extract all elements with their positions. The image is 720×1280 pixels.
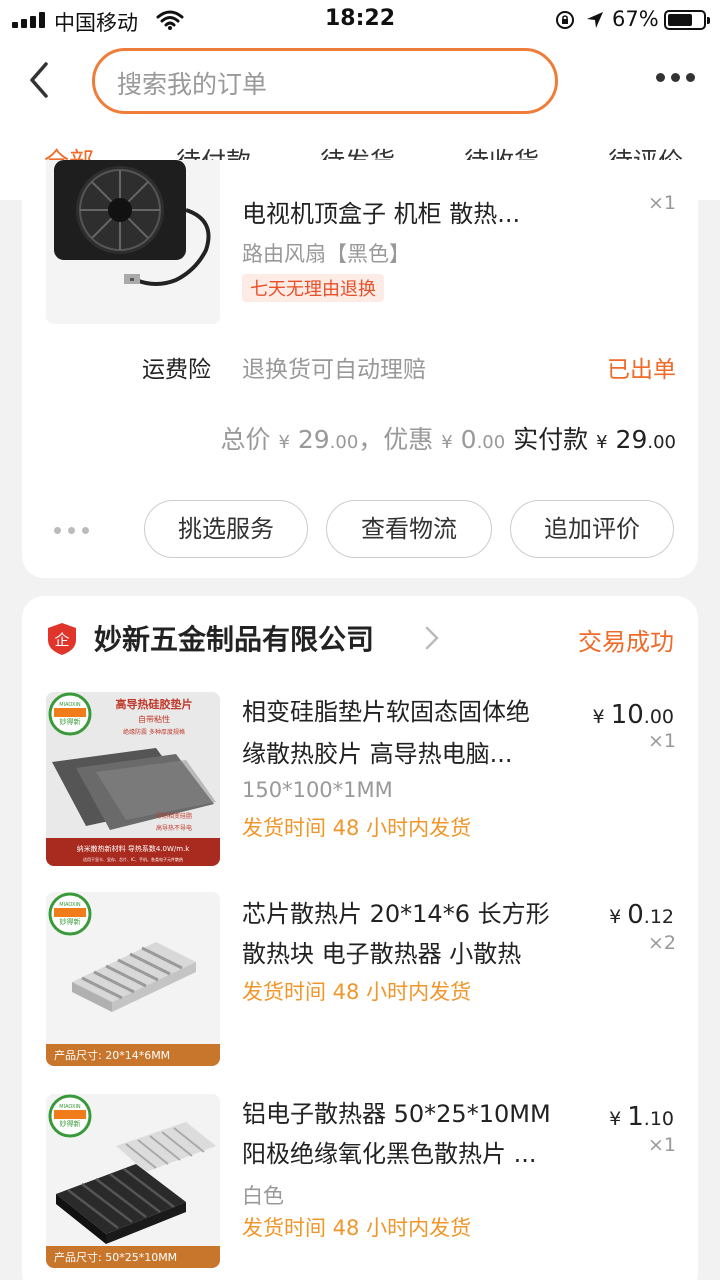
battery-icon bbox=[664, 10, 710, 30]
product-title-line[interactable]: 相变硅脂垫片软固态固体绝 bbox=[242, 692, 530, 732]
discount-label: ，优惠 bbox=[358, 425, 434, 454]
location-arrow-icon bbox=[587, 12, 603, 28]
product-thumbnail[interactable]: MIAOXIN 妙得新 产品尺寸: 50*25*10MM bbox=[46, 1094, 220, 1268]
return-policy-tag: 七天无理由退换 bbox=[242, 274, 384, 302]
shipping-time: 发货时间 48 小时内发货 bbox=[242, 816, 472, 840]
lock-rotation-icon bbox=[556, 11, 574, 29]
product-price: ¥ 0.12 bbox=[609, 900, 674, 930]
product-price: ¥ 10.00 bbox=[592, 700, 674, 730]
usb-fan-image bbox=[46, 160, 220, 324]
product-title[interactable]: 电视机顶盒子 机柜 散热... bbox=[242, 194, 520, 234]
product-thumbnail[interactable]: MIAOXIN 妙得新 产品尺寸: 20*14*6MM bbox=[46, 892, 220, 1066]
order-card[interactable]: 企 妙新五金制品有限公司 交易成功 MIAOXIN 妙得新 高导热硅胶垫片 自带… bbox=[22, 596, 698, 1280]
brand-cn-text: 妙得新 bbox=[60, 917, 81, 926]
more-actions-icon[interactable] bbox=[54, 526, 94, 536]
shop-name[interactable]: 妙新五金制品有限公司 bbox=[94, 618, 374, 658]
shipping-insurance-desc: 退换货可自动理赔 bbox=[242, 357, 426, 383]
thumb-footer-small: 适用于显卡、显存、芯片、IC、手机、各类电子元件散热 bbox=[83, 856, 183, 862]
currency-symbol: ¥ bbox=[278, 432, 290, 453]
product-quantity: ×1 bbox=[647, 1134, 676, 1156]
price-integer: 1 bbox=[627, 1102, 644, 1132]
currency-symbol: ¥ bbox=[441, 432, 453, 453]
search-input[interactable]: 搜索我的订单 bbox=[92, 48, 558, 114]
order-status: 交易成功 bbox=[578, 628, 674, 656]
order-card[interactable]: 电视机顶盒子 机柜 散热... ×1 路由风扇【黑色】 七天无理由退换 运费险 … bbox=[22, 160, 698, 578]
thumb-note: 导热相变硅脂 bbox=[156, 812, 192, 820]
brand-cn-text: 妙得新 bbox=[60, 1119, 81, 1128]
product-title-line[interactable]: 散热块 电子散热器 小散热 bbox=[242, 934, 521, 974]
price-decimal: .10 bbox=[643, 1108, 674, 1130]
brand-text: MIAOXIN bbox=[59, 1104, 81, 1110]
thumb-note: 高导热不导电 bbox=[156, 824, 192, 832]
brand-text: MIAOXIN bbox=[59, 702, 81, 708]
price-decimal: .12 bbox=[643, 906, 674, 928]
more-dots-icon[interactable] bbox=[656, 70, 696, 86]
paid-decimal: .00 bbox=[647, 432, 676, 453]
product-quantity: ×1 bbox=[647, 730, 676, 752]
price-integer: 0 bbox=[627, 900, 644, 930]
product-sku: 150*100*1MM bbox=[242, 778, 393, 802]
paid-amount: 29 bbox=[615, 425, 648, 454]
svg-text:企: 企 bbox=[54, 631, 69, 649]
select-service-button[interactable]: 挑选服务 bbox=[144, 500, 308, 558]
total-decimal: .00 bbox=[329, 432, 359, 453]
currency-symbol: ¥ bbox=[596, 432, 608, 453]
product-thumbnail[interactable] bbox=[46, 160, 220, 324]
thumb-size-label: 产品尺寸: 20*14*6MM bbox=[54, 1048, 170, 1062]
price-integer: 10 bbox=[610, 700, 644, 730]
thumb-headline: 高导热硅胶垫片 bbox=[116, 697, 193, 711]
shipping-insurance-status[interactable]: 已出单 bbox=[607, 350, 676, 384]
battery-percent: 67% bbox=[612, 7, 659, 31]
product-title-line[interactable]: 芯片散热片 20*14*6 长方形 bbox=[242, 894, 550, 934]
paid-label: 实付款 bbox=[513, 425, 589, 454]
discount-amount: 0 bbox=[460, 425, 477, 454]
search-placeholder: 搜索我的订单 bbox=[117, 70, 268, 99]
thumb-size-label: 产品尺寸: 50*25*10MM bbox=[54, 1250, 177, 1264]
thumb-footer: 纳米散热新材料 导热系数4.0W/m.k bbox=[77, 844, 191, 853]
heatsink-black-image: MIAOXIN 妙得新 产品尺寸: 50*25*10MM bbox=[46, 1094, 220, 1268]
product-title-line[interactable]: 阳极绝缘氧化黑色散热片 ... bbox=[242, 1134, 537, 1174]
heatsink-small-image: MIAOXIN 妙得新 产品尺寸: 20*14*6MM bbox=[46, 892, 220, 1066]
brand-text: MIAOXIN bbox=[59, 902, 81, 908]
thermal-pad-image: MIAOXIN 妙得新 高导热硅胶垫片 自带粘性 绝缘防震 多种厚度规格 导热相… bbox=[46, 692, 220, 866]
shipping-insurance-label: 运费险 bbox=[142, 357, 211, 383]
thumb-subline: 绝缘防震 多种厚度规格 bbox=[123, 728, 185, 736]
status-bar: 中国移动 18:22 67% bbox=[0, 0, 720, 40]
total-amount: 29 bbox=[297, 425, 330, 454]
product-title-line[interactable]: 铝电子散热器 50*25*10MM bbox=[242, 1094, 551, 1134]
product-quantity: ×1 bbox=[647, 192, 676, 214]
product-price: ¥ 1.10 bbox=[609, 1102, 674, 1132]
discount-decimal: .00 bbox=[476, 432, 506, 453]
add-review-button[interactable]: 追加评价 bbox=[510, 500, 674, 558]
view-logistics-button[interactable]: 查看物流 bbox=[326, 500, 492, 558]
total-label: 总价 bbox=[220, 425, 271, 454]
brand-cn-text: 妙得新 bbox=[60, 717, 81, 726]
shipping-time: 发货时间 48 小时内发货 bbox=[242, 1216, 472, 1240]
shipping-time: 发货时间 48 小时内发货 bbox=[242, 980, 472, 1004]
back-chevron-icon[interactable] bbox=[22, 60, 62, 100]
product-title-line[interactable]: 缘散热胶片 高导热电脑... bbox=[242, 734, 513, 774]
shop-badge-icon: 企 bbox=[48, 623, 76, 655]
thumb-subline: 自带粘性 bbox=[138, 714, 170, 724]
chevron-right-icon[interactable] bbox=[422, 624, 442, 652]
product-quantity: ×2 bbox=[647, 932, 676, 954]
price-decimal: .00 bbox=[643, 706, 674, 728]
product-sku: 白色 bbox=[242, 1184, 284, 1208]
product-thumbnail[interactable]: MIAOXIN 妙得新 高导热硅胶垫片 自带粘性 绝缘防震 多种厚度规格 导热相… bbox=[46, 692, 220, 866]
order-totals: 总价 ¥ 29.00，优惠 ¥ 0.00 实付款 ¥ 29.00 bbox=[220, 420, 676, 456]
product-sku: 路由风扇【黑色】 bbox=[242, 242, 410, 266]
